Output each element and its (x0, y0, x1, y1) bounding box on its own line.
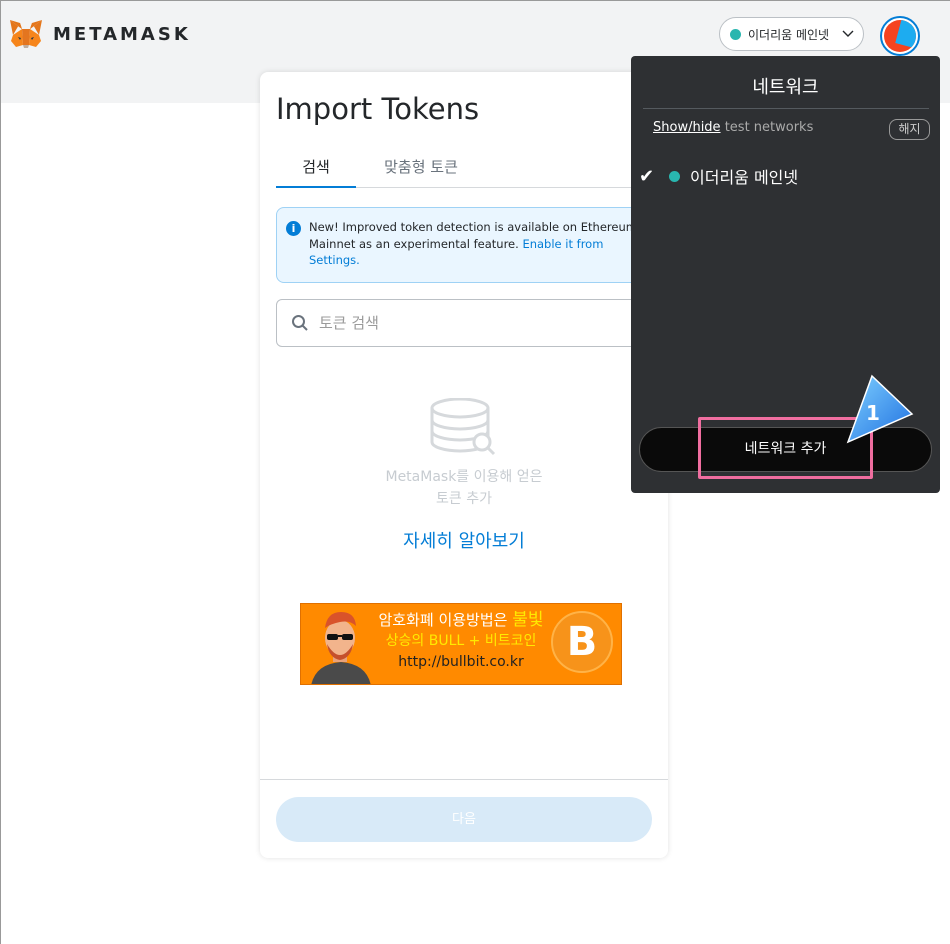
banner-line-1-prefix: 암호화폐 이용방법은 (378, 611, 513, 629)
import-tokens-card: Import Tokens ✕ 검색 맞춤형 토큰 i New! Improve… (260, 72, 668, 858)
network-item-ethereum-mainnet[interactable]: ✔ 이더리움 메인넷 (639, 164, 798, 188)
token-detection-notice: i New! Improved token detection is avail… (276, 207, 652, 283)
fox-icon (10, 20, 42, 48)
test-networks-text: test networks (720, 120, 814, 135)
coin-stack-icon (430, 398, 496, 456)
page-title: Import Tokens (276, 92, 480, 126)
banner-line-1-accent: 불빛 (512, 610, 544, 630)
network-item-label: 이더리움 메인넷 (690, 168, 799, 187)
dropdown-divider (643, 108, 929, 109)
show-hide-link[interactable]: Show/hide (653, 120, 721, 135)
banner-text: 암호화폐 이용방법은 불빛 상승의 BULL + 비트코인 http://bul… (371, 610, 551, 673)
tab-search[interactable]: 검색 (276, 156, 356, 188)
network-selector[interactable]: 이더리움 메인넷 (719, 17, 864, 51)
search-input[interactable] (319, 314, 619, 332)
bitcoin-icon: B (551, 611, 613, 673)
empty-state-line-2: 토큰 추가 (436, 491, 492, 507)
banner-line-1: 암호화폐 이용방법은 불빛 (371, 610, 551, 631)
chevron-down-icon (842, 30, 854, 37)
ad-banner[interactable]: 암호화폐 이용방법은 불빛 상승의 BULL + 비트코인 http://bul… (300, 603, 622, 685)
search-icon (292, 315, 308, 331)
info-icon: i (286, 221, 301, 236)
next-button[interactable]: 다음 (276, 797, 652, 842)
empty-state-text: MetaMask를 이용해 얻은 토큰 추가 (260, 466, 668, 510)
tab-custom-token[interactable]: 맞춤형 토큰 (366, 156, 476, 188)
account-avatar[interactable] (880, 16, 920, 56)
identicon (884, 20, 916, 52)
tab-bar: 검색 맞춤형 토큰 (276, 152, 668, 188)
show-hide-test-networks: Show/hide test networks (653, 120, 813, 135)
hide-test-networks-button[interactable]: 해지 (889, 119, 930, 140)
network-dropdown-title: 네트워크 (752, 77, 819, 98)
footer-divider (260, 779, 668, 780)
checkmark-icon: ✔ (639, 165, 655, 187)
annotation-step-number: 1 (866, 401, 880, 425)
banner-line-2: 상승의 BULL + 비트코인 (385, 633, 537, 649)
banner-url: http://bullbit.co.kr (398, 654, 524, 670)
learn-more-link[interactable]: 자세히 알아보기 (260, 527, 668, 553)
network-status-dot (669, 170, 680, 182)
token-search-field[interactable] (276, 299, 652, 347)
empty-state-line-1: MetaMask를 이용해 얻은 (385, 469, 543, 485)
man-with-sunglasses-illustration (311, 612, 371, 684)
network-status-dot (730, 28, 741, 40)
metamask-logo[interactable]: METAMASK (9, 19, 191, 49)
logo-text: METAMASK (53, 23, 191, 45)
annotation-pointer-icon: 1 (846, 374, 914, 444)
network-selector-label: 이더리움 메인넷 (748, 27, 830, 42)
